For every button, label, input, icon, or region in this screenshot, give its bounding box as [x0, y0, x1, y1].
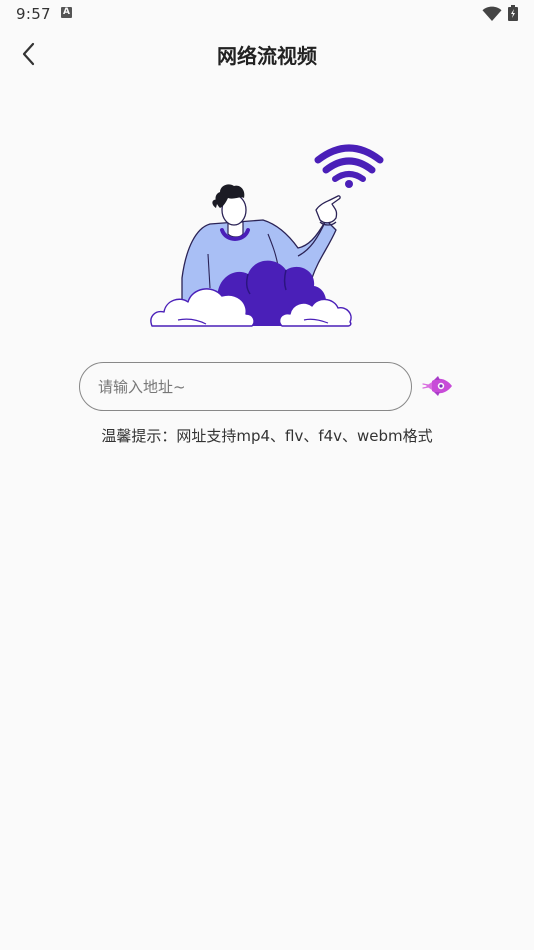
format-tip-text: 温馨提示：网址支持mp4、flv、f4v、webm格式 [101, 427, 433, 445]
status-bar: 9:57 A [0, 0, 534, 28]
go-button[interactable] [422, 372, 454, 400]
url-input[interactable] [96, 363, 400, 411]
battery-icon [508, 5, 518, 21]
status-time: 9:57 [16, 5, 51, 23]
wifi-signal-icon [314, 144, 384, 188]
page-title: 网络流视频 [217, 44, 317, 68]
url-input-container [79, 362, 412, 411]
wifi-icon [482, 6, 502, 21]
app-bar: 网络流视频 [0, 28, 534, 78]
person-pointing-wifi-illustration [150, 144, 384, 327]
a-icon: A [61, 7, 72, 18]
rocket-icon [422, 376, 452, 396]
